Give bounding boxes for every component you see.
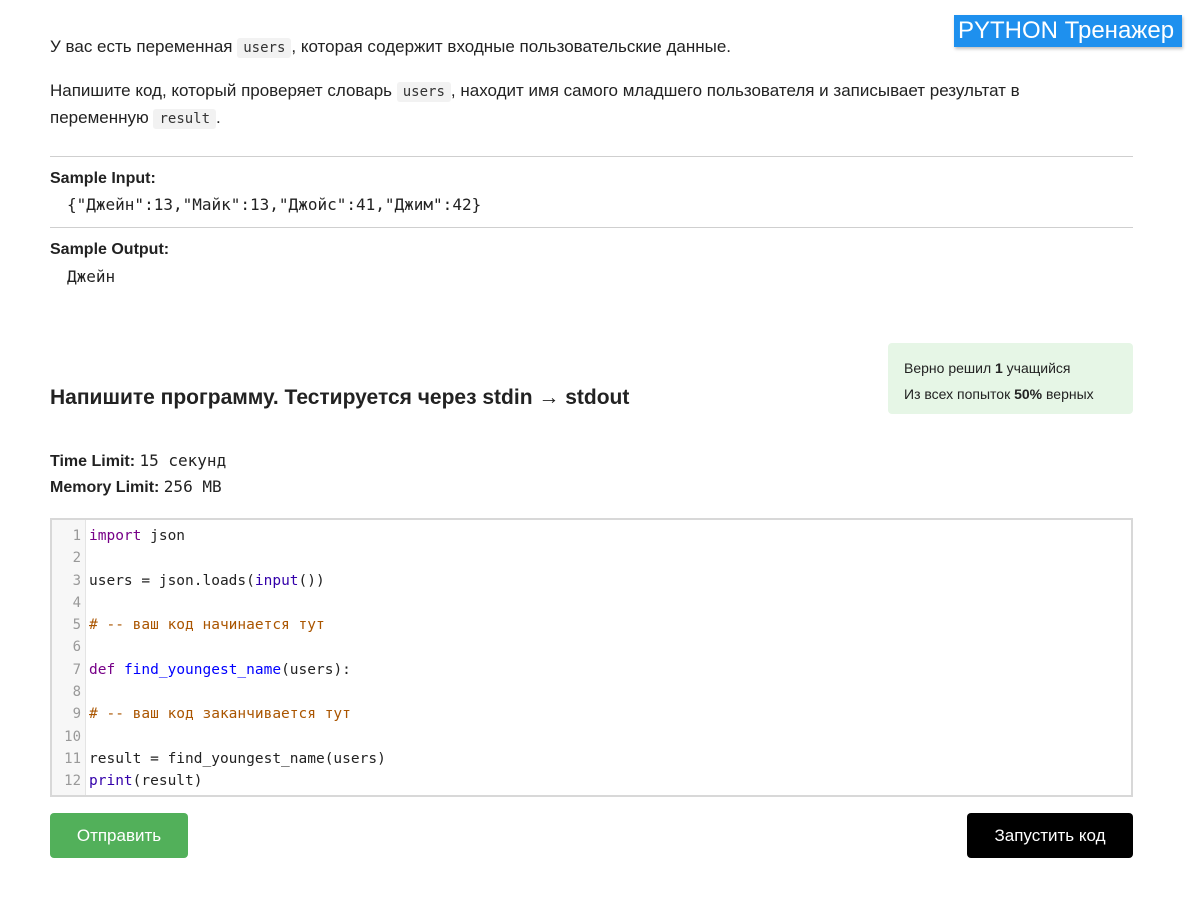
- line-number: 12: [64, 773, 81, 790]
- line-number: 9: [72, 706, 81, 723]
- task-text: Напишите код, который проверяет словарь: [50, 81, 397, 100]
- task-paragraph-2: Напишите код, который проверяет словарь …: [50, 78, 1070, 132]
- line-number: 6: [72, 639, 81, 656]
- solved-count: 1: [995, 360, 1003, 376]
- line-number: 10: [64, 728, 81, 745]
- stats-text: верных: [1042, 386, 1094, 402]
- code-token: input: [254, 572, 299, 589]
- task-text: , которая содержит входные пользовательс…: [291, 37, 731, 56]
- code-line[interactable]: 6: [52, 636, 1131, 658]
- code-lines[interactable]: 1 import json 2 3 users = json.loads(input…: [52, 525, 1131, 793]
- time-limit-label: Time Limit:: [50, 453, 136, 470]
- code-line[interactable]: 8: [52, 681, 1131, 703]
- line-number: 8: [72, 684, 81, 701]
- code-editor[interactable]: 1 import json 2 3 users = json.loads(input…: [50, 518, 1133, 797]
- code-token: import: [89, 528, 142, 544]
- page: PYTHON Тренажер У вас есть переменная us…: [0, 0, 1200, 897]
- code-comment: # -- ваш код заканчивается тут: [89, 706, 351, 723]
- sample-input-value: {"Джейн":13,"Майк":13,"Джойс":41,"Джим":…: [67, 195, 482, 214]
- code-line[interactable]: 9 # -- ваш код заканчивается тут: [52, 703, 1131, 725]
- code-line[interactable]: 12 print(result): [52, 770, 1131, 792]
- task-text: У вас есть переменная: [50, 37, 238, 56]
- code-comment: # -- ваш код начинается тут: [89, 617, 325, 634]
- code-token: result = find_youngest_name(users): [89, 750, 386, 767]
- code-line[interactable]: 10: [52, 726, 1131, 748]
- sample-output-value: Джейн: [67, 267, 116, 286]
- line-number: 1: [72, 528, 81, 544]
- code-line[interactable]: 11 result = find_youngest_name(users): [52, 748, 1131, 770]
- code-token: ()): [298, 572, 325, 589]
- code-line[interactable]: 4: [52, 592, 1131, 614]
- code-token: print: [89, 773, 133, 790]
- code-token: (users):: [281, 661, 351, 678]
- line-number: 3: [72, 572, 81, 589]
- code-line[interactable]: 7 def find_youngest_name(users):: [52, 659, 1131, 681]
- sample-input-label: Sample Input:: [50, 170, 156, 187]
- code-line[interactable]: 1 import json: [52, 525, 1131, 547]
- submit-button[interactable]: Отправить: [50, 813, 188, 858]
- inline-code-result: result: [153, 109, 217, 129]
- code-line[interactable]: 5 # -- ваш код начинается тут: [52, 614, 1131, 636]
- memory-limit-value: 256 MB: [163, 477, 222, 496]
- inline-code-users: users: [237, 38, 292, 58]
- brand-badge: PYTHON Тренажер: [954, 15, 1183, 47]
- task-paragraph-1: У вас есть переменная users, которая сод…: [50, 34, 731, 61]
- attempts-percent: 50%: [1014, 386, 1043, 402]
- time-limit: Time Limit: 15 секунд: [50, 451, 226, 471]
- inline-code-users: users: [396, 82, 451, 102]
- sample-output-label: Sample Output:: [50, 241, 170, 258]
- line-number: 11: [64, 750, 81, 767]
- code-line[interactable]: 2: [52, 547, 1131, 569]
- stats-text: Верно решил: [904, 360, 995, 376]
- divider: [50, 227, 1133, 228]
- stats-solved: Верно решил 1 учащийся: [904, 355, 1117, 381]
- code-token: json: [141, 528, 186, 544]
- stats-text: Из всех попыток: [904, 386, 1015, 402]
- line-number: 2: [72, 550, 81, 567]
- code-line[interactable]: 3 users = json.loads(input()): [52, 570, 1131, 592]
- stats-attempts: Из всех попыток 50% верных: [904, 381, 1117, 407]
- stats-text: учащийся: [1002, 360, 1071, 376]
- time-limit-value: 15 секунд: [139, 451, 227, 470]
- code-token: (result): [132, 773, 203, 790]
- run-code-button[interactable]: Запустить код: [967, 813, 1133, 858]
- code-token: find_youngest_name: [123, 661, 282, 678]
- divider: [50, 156, 1133, 157]
- memory-limit-label: Memory Limit:: [50, 479, 160, 496]
- code-token: def: [89, 661, 116, 678]
- memory-limit: Memory Limit: 256 MB: [50, 477, 222, 497]
- code-token: users = json.loads(: [89, 572, 255, 589]
- task-text: .: [216, 108, 221, 127]
- line-number: 5: [72, 617, 81, 634]
- line-number: 4: [72, 594, 81, 611]
- line-number: 7: [72, 661, 81, 678]
- stats-box: Верно решил 1 учащийся Из всех попыток 5…: [888, 343, 1133, 414]
- program-title: Напишите программу. Тестируется через st…: [50, 386, 630, 409]
